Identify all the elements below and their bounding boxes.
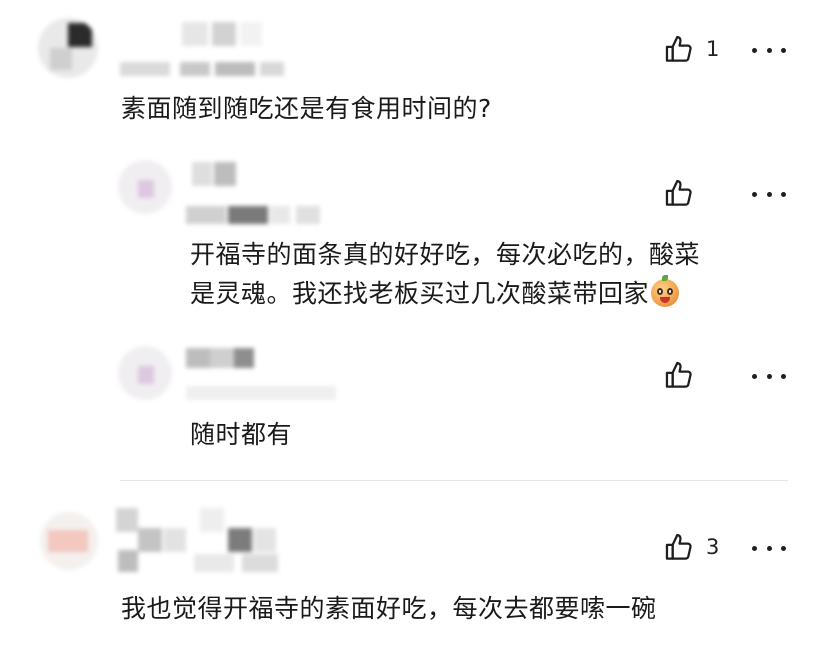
avatar[interactable] bbox=[38, 18, 98, 78]
more-options-button[interactable] bbox=[752, 366, 786, 386]
more-dots-icon bbox=[752, 47, 757, 53]
more-options-button[interactable] bbox=[752, 538, 786, 558]
comment-text: 素面随到随吃还是有食用时间的? bbox=[121, 94, 492, 123]
comment-text: 我也觉得开福寺的素面好吃，每次去都要嗦一碗 bbox=[121, 594, 657, 623]
thumbs-up-icon bbox=[665, 179, 692, 206]
like-count: 1 bbox=[706, 37, 720, 61]
more-options-button[interactable] bbox=[752, 184, 786, 204]
username[interactable] bbox=[114, 504, 314, 584]
more-dots-icon bbox=[752, 545, 757, 551]
reply-text-line: 是灵魂。我还找老板买过几次酸菜带回家 bbox=[190, 271, 680, 316]
like-button[interactable] bbox=[662, 176, 696, 210]
username[interactable] bbox=[120, 18, 300, 78]
divider bbox=[120, 480, 788, 481]
more-dots-icon bbox=[752, 191, 757, 197]
like-button[interactable]: 1 bbox=[662, 32, 719, 66]
like-button[interactable]: 3 bbox=[662, 530, 719, 564]
more-options-button[interactable] bbox=[752, 40, 786, 60]
like-button[interactable] bbox=[662, 358, 696, 392]
grinning-face-emoji-icon bbox=[651, 275, 680, 307]
reply-text-line-content: 是灵魂。我还找老板买过几次酸菜带回家 bbox=[190, 279, 650, 308]
thumbs-up-icon bbox=[665, 35, 692, 62]
like-count: 3 bbox=[706, 535, 720, 559]
avatar[interactable] bbox=[118, 160, 172, 214]
thumbs-up-icon bbox=[665, 533, 692, 560]
username[interactable] bbox=[184, 346, 344, 406]
more-dots-icon bbox=[752, 373, 757, 379]
thumbs-up-icon bbox=[665, 361, 692, 388]
avatar[interactable] bbox=[118, 346, 172, 400]
username[interactable] bbox=[184, 160, 334, 230]
reply-text: 随时都有 bbox=[190, 420, 293, 449]
avatar[interactable] bbox=[40, 512, 98, 570]
